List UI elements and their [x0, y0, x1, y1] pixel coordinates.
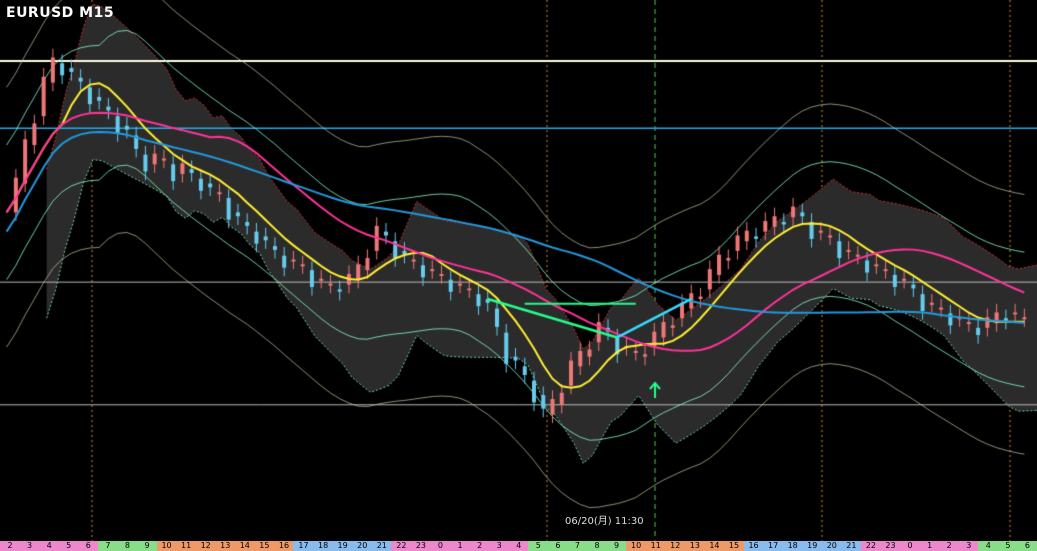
time-axis-label: 20: [352, 541, 373, 551]
time-axis-label: 13: [215, 541, 236, 551]
time-axis-label: 10: [626, 541, 647, 551]
time-axis-label: 0: [430, 541, 451, 551]
time-axis-label: 10: [156, 541, 177, 551]
time-axis-label: 4: [508, 541, 529, 551]
time-axis-label: 8: [586, 541, 608, 551]
time-axis-label: 9: [136, 541, 158, 551]
time-axis-label: 21: [841, 541, 862, 551]
price-chart-canvas[interactable]: [0, 0, 1037, 551]
time-axis-label: 18: [313, 541, 334, 551]
time-axis-label: 7: [97, 541, 118, 551]
time-axis-label: 8: [117, 541, 138, 551]
time-axis-label: 14: [234, 541, 255, 551]
time-axis-label: 1: [919, 541, 940, 551]
time-axis-label: 12: [665, 541, 686, 551]
timeframe-name: M15: [79, 5, 115, 21]
time-axis-label: 19: [332, 541, 353, 551]
time-axis-label: 11: [176, 541, 197, 551]
time-axis-label: 15: [723, 541, 744, 551]
time-axis-label: 19: [802, 541, 823, 551]
time-axis-label: 23: [410, 541, 431, 551]
time-axis-label: 12: [195, 541, 216, 551]
time-axis-label: 15: [254, 541, 275, 551]
time-axis-label: 22: [860, 541, 881, 551]
time-axis-label: 4: [39, 541, 60, 551]
time-axis-label: 3: [19, 541, 40, 551]
time-axis-label: 11: [645, 541, 666, 551]
time-axis-label: 3: [958, 541, 979, 551]
time-axis-label: 0: [900, 541, 921, 551]
time-axis-label: 16: [743, 541, 764, 551]
time-axis-label: 5: [528, 541, 549, 551]
time-axis-label: 6: [78, 541, 99, 551]
time-axis-label: 1: [450, 541, 471, 551]
time-axis-label: 3: [489, 541, 510, 551]
time-axis-label: 5: [997, 541, 1018, 551]
time-axis-label: 2: [939, 541, 960, 551]
time-axis-label: 23: [880, 541, 901, 551]
time-axis-label: 20: [821, 541, 842, 551]
time-axis-label: 17: [763, 541, 784, 551]
time-axis-label: 16: [273, 541, 294, 551]
time-axis-label: 21: [371, 541, 392, 551]
time-axis-label: 2: [0, 541, 21, 551]
time-axis: 2 3 4 5 6 7 8 9 10 11 12 13 14 15 16 17 18 19 20 21 22 23 0 1 2 3…: [0, 541, 1037, 551]
time-axis-label: 18: [782, 541, 803, 551]
time-axis-label: 17: [293, 541, 314, 551]
time-axis-label: 2: [469, 541, 490, 551]
time-axis-label: 9: [606, 541, 627, 551]
time-axis-label: 4: [978, 541, 999, 551]
crosshair-time-label: 06/20(月) 11:30: [565, 516, 644, 527]
time-axis-label: 6: [1017, 541, 1037, 551]
time-axis-label: 22: [391, 541, 412, 551]
symbol-name: EURUSD: [6, 5, 74, 21]
time-axis-label: 5: [58, 541, 79, 551]
chart-symbol-label: EURUSD M15: [6, 5, 114, 21]
time-axis-label: 13: [684, 541, 705, 551]
time-axis-label: 7: [567, 541, 588, 551]
time-axis-label: 6: [547, 541, 568, 551]
time-axis-label: 14: [704, 541, 725, 551]
